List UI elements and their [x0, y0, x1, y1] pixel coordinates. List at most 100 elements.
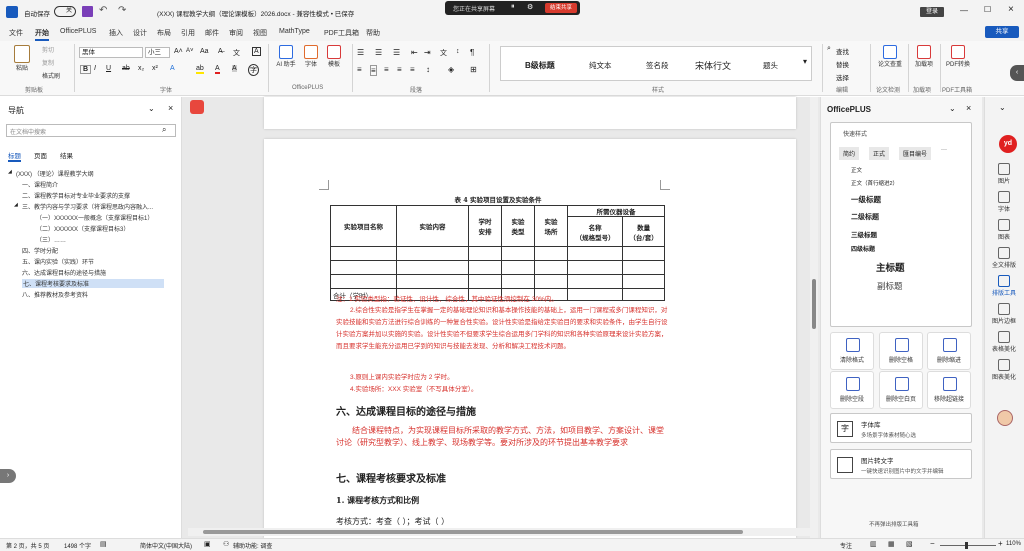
nav-close-icon[interactable]: ×	[168, 103, 173, 113]
style-heading-3[interactable]: 三级标题	[851, 229, 877, 239]
assistant-avatar-icon[interactable]	[997, 410, 1013, 426]
autosave-toggle[interactable]: 关	[54, 6, 76, 17]
expand-triangle-icon[interactable]: ◢	[14, 202, 18, 208]
font-size-select[interactable]: 小三	[145, 47, 170, 58]
style-title-head[interactable]: 题头	[763, 60, 778, 71]
nav-heading-item[interactable]: 四、学时分配	[22, 246, 58, 255]
remove-blank-pages-tool[interactable]: 删除空白页	[879, 371, 923, 409]
rail-item[interactable]: 排版工具	[991, 275, 1017, 297]
copilot-icon[interactable]	[190, 100, 204, 114]
pane-options-icon[interactable]: ⌄	[949, 104, 956, 113]
rail-item[interactable]: 图片	[991, 163, 1017, 185]
dont-show-again-link[interactable]: 不再弹出排版工具箱	[869, 520, 919, 528]
tab-help[interactable]: 帮助	[366, 28, 380, 38]
phonetic-guide-icon[interactable]: 文	[233, 48, 240, 58]
rail-item[interactable]: 字体	[991, 191, 1017, 213]
stop-share-button[interactable]: 结束共享	[545, 3, 577, 13]
tab-pdf-tools[interactable]: PDF工具箱	[324, 28, 359, 38]
style-tab-more[interactable]: ···	[941, 147, 947, 153]
plagiarism-check-button[interactable]: 论文查重	[876, 45, 904, 68]
clear-format-tool[interactable]: 清除格式	[830, 332, 874, 370]
bold-icon[interactable]: B	[80, 65, 92, 74]
nav-search-input[interactable]: 在文档中搜索 ⌕	[6, 124, 176, 137]
word-count[interactable]: 1498 个字	[64, 541, 91, 550]
clear-formatting-icon[interactable]: A̶	[218, 48, 223, 55]
nav-options-icon[interactable]: ⌄	[148, 104, 155, 113]
decrease-indent-icon[interactable]: ⇤	[411, 48, 418, 57]
rail-item[interactable]: 图表美化	[991, 359, 1017, 381]
zoom-slider-thumb[interactable]	[965, 542, 968, 549]
style-tab-numbering[interactable]: 匯目编号	[899, 147, 932, 160]
tab-review[interactable]: 审阅	[229, 28, 243, 38]
nav-heading-item[interactable]: 六、达成课程目标的途径与措施	[22, 268, 106, 277]
style-heading-2[interactable]: 二级标题	[851, 212, 879, 222]
macro-icon[interactable]: ▣	[204, 540, 211, 548]
change-case-icon[interactable]: Aa	[200, 48, 209, 55]
increase-indent-icon[interactable]: ⇥	[424, 48, 431, 57]
maximize-icon[interactable]: ☐	[984, 5, 991, 14]
share-settings-icon[interactable]: ⚙	[527, 3, 533, 11]
borders-icon[interactable]: ⊞	[470, 65, 477, 74]
remove-empty-paragraphs-tool[interactable]: 删除空段	[830, 371, 874, 409]
print-layout-icon[interactable]: ▦	[888, 540, 895, 548]
accessibility-status[interactable]: 辅助功能: 调查	[233, 541, 272, 550]
tab-mailings[interactable]: 邮件	[205, 28, 219, 38]
nav-heading-item[interactable]: 三、教学内容与学习要求（将课程思政内容融入...	[22, 202, 153, 211]
pdf-convert-button[interactable]: PDF转换	[944, 45, 972, 68]
addins-button[interactable]: 加载项	[913, 45, 935, 68]
font-library-button[interactable]: 字体	[302, 45, 320, 68]
enclose-char-icon[interactable]: 字	[248, 64, 259, 76]
styles-more-icon[interactable]: ▾	[803, 57, 807, 66]
share-pause-icon[interactable]: ⏸	[511, 3, 515, 11]
numbering-icon[interactable]: ☰	[375, 48, 382, 57]
focus-mode-button[interactable]: 专注	[840, 541, 852, 550]
align-center-icon[interactable]: ≡	[370, 65, 377, 76]
format-painter-button[interactable]: 格式刷	[42, 71, 60, 80]
ai-assistant-button[interactable]: AI 助手	[274, 45, 298, 68]
tab-home[interactable]: 开始	[35, 28, 49, 41]
nav-heading-item[interactable]: 八、推荐教材及参考资料	[22, 290, 88, 299]
zoom-level[interactable]: 110%	[1006, 541, 1021, 547]
scrollbar-thumb[interactable]	[812, 279, 816, 329]
find-button[interactable]: 查找	[836, 46, 849, 56]
style-body[interactable]: 正文	[851, 166, 862, 174]
shrink-font-icon[interactable]: A˅	[186, 48, 194, 54]
style-signature[interactable]: 签名段	[646, 60, 669, 71]
redo-icon[interactable]: ↷	[118, 5, 126, 16]
zoom-slider[interactable]	[940, 542, 996, 549]
paste-button[interactable]: 粘贴	[12, 45, 32, 72]
nav-tab-pages[interactable]: 页面	[34, 150, 47, 160]
justify-icon[interactable]: ≡	[397, 65, 402, 74]
yd-badge-icon[interactable]: yd	[999, 135, 1017, 153]
image-to-text-card[interactable]: 图片转文字 一键快速识别图片中的文字并编辑	[830, 449, 972, 479]
text-effects-icon[interactable]: A	[170, 65, 175, 72]
share-button[interactable]: 共享	[985, 26, 1019, 38]
rail-item[interactable]: 图片边框	[991, 303, 1017, 325]
rail-item[interactable]: 图表	[991, 219, 1017, 241]
zoom-out-icon[interactable]: −	[930, 539, 935, 548]
undo-icon[interactable]: ↶	[99, 5, 107, 16]
chinese-layout-icon[interactable]: 文	[440, 48, 447, 58]
replace-button[interactable]: 替换	[836, 59, 849, 69]
nav-heading-item[interactable]: 二、课程教学目标对专业毕业要求的支撑	[22, 191, 130, 200]
vertical-scrollbar[interactable]	[810, 97, 818, 538]
tab-layout[interactable]: 布局	[157, 28, 171, 38]
pane-collapse-button[interactable]: ›	[0, 469, 16, 483]
tab-mathtype[interactable]: MathType	[279, 28, 310, 35]
tab-file[interactable]: 文件	[9, 28, 23, 38]
expand-triangle-icon[interactable]: ◢	[8, 169, 12, 175]
pane-close-icon[interactable]: ×	[966, 103, 971, 113]
nav-heading-item[interactable]: （二）XXXXXX（支撑课程目标3）	[36, 224, 129, 233]
style-tab-formal[interactable]: 正式	[869, 147, 890, 160]
accessibility-icon[interactable]: ⚇	[223, 540, 229, 548]
web-layout-icon[interactable]: ▧	[906, 540, 913, 548]
nav-heading-item[interactable]: （一）XXXXXX一般概念（支撑课程目标1）	[36, 213, 153, 222]
tab-view[interactable]: 视图	[253, 28, 267, 38]
proofing-icon[interactable]: ▤	[100, 540, 107, 548]
save-icon[interactable]	[82, 6, 93, 17]
cut-button[interactable]: 剪切	[42, 45, 54, 54]
horizontal-scrollbar[interactable]	[188, 528, 810, 536]
select-button[interactable]: 选择	[836, 72, 849, 82]
read-mode-icon[interactable]: ▥	[870, 540, 877, 548]
char-border-icon[interactable]: A	[252, 47, 261, 56]
